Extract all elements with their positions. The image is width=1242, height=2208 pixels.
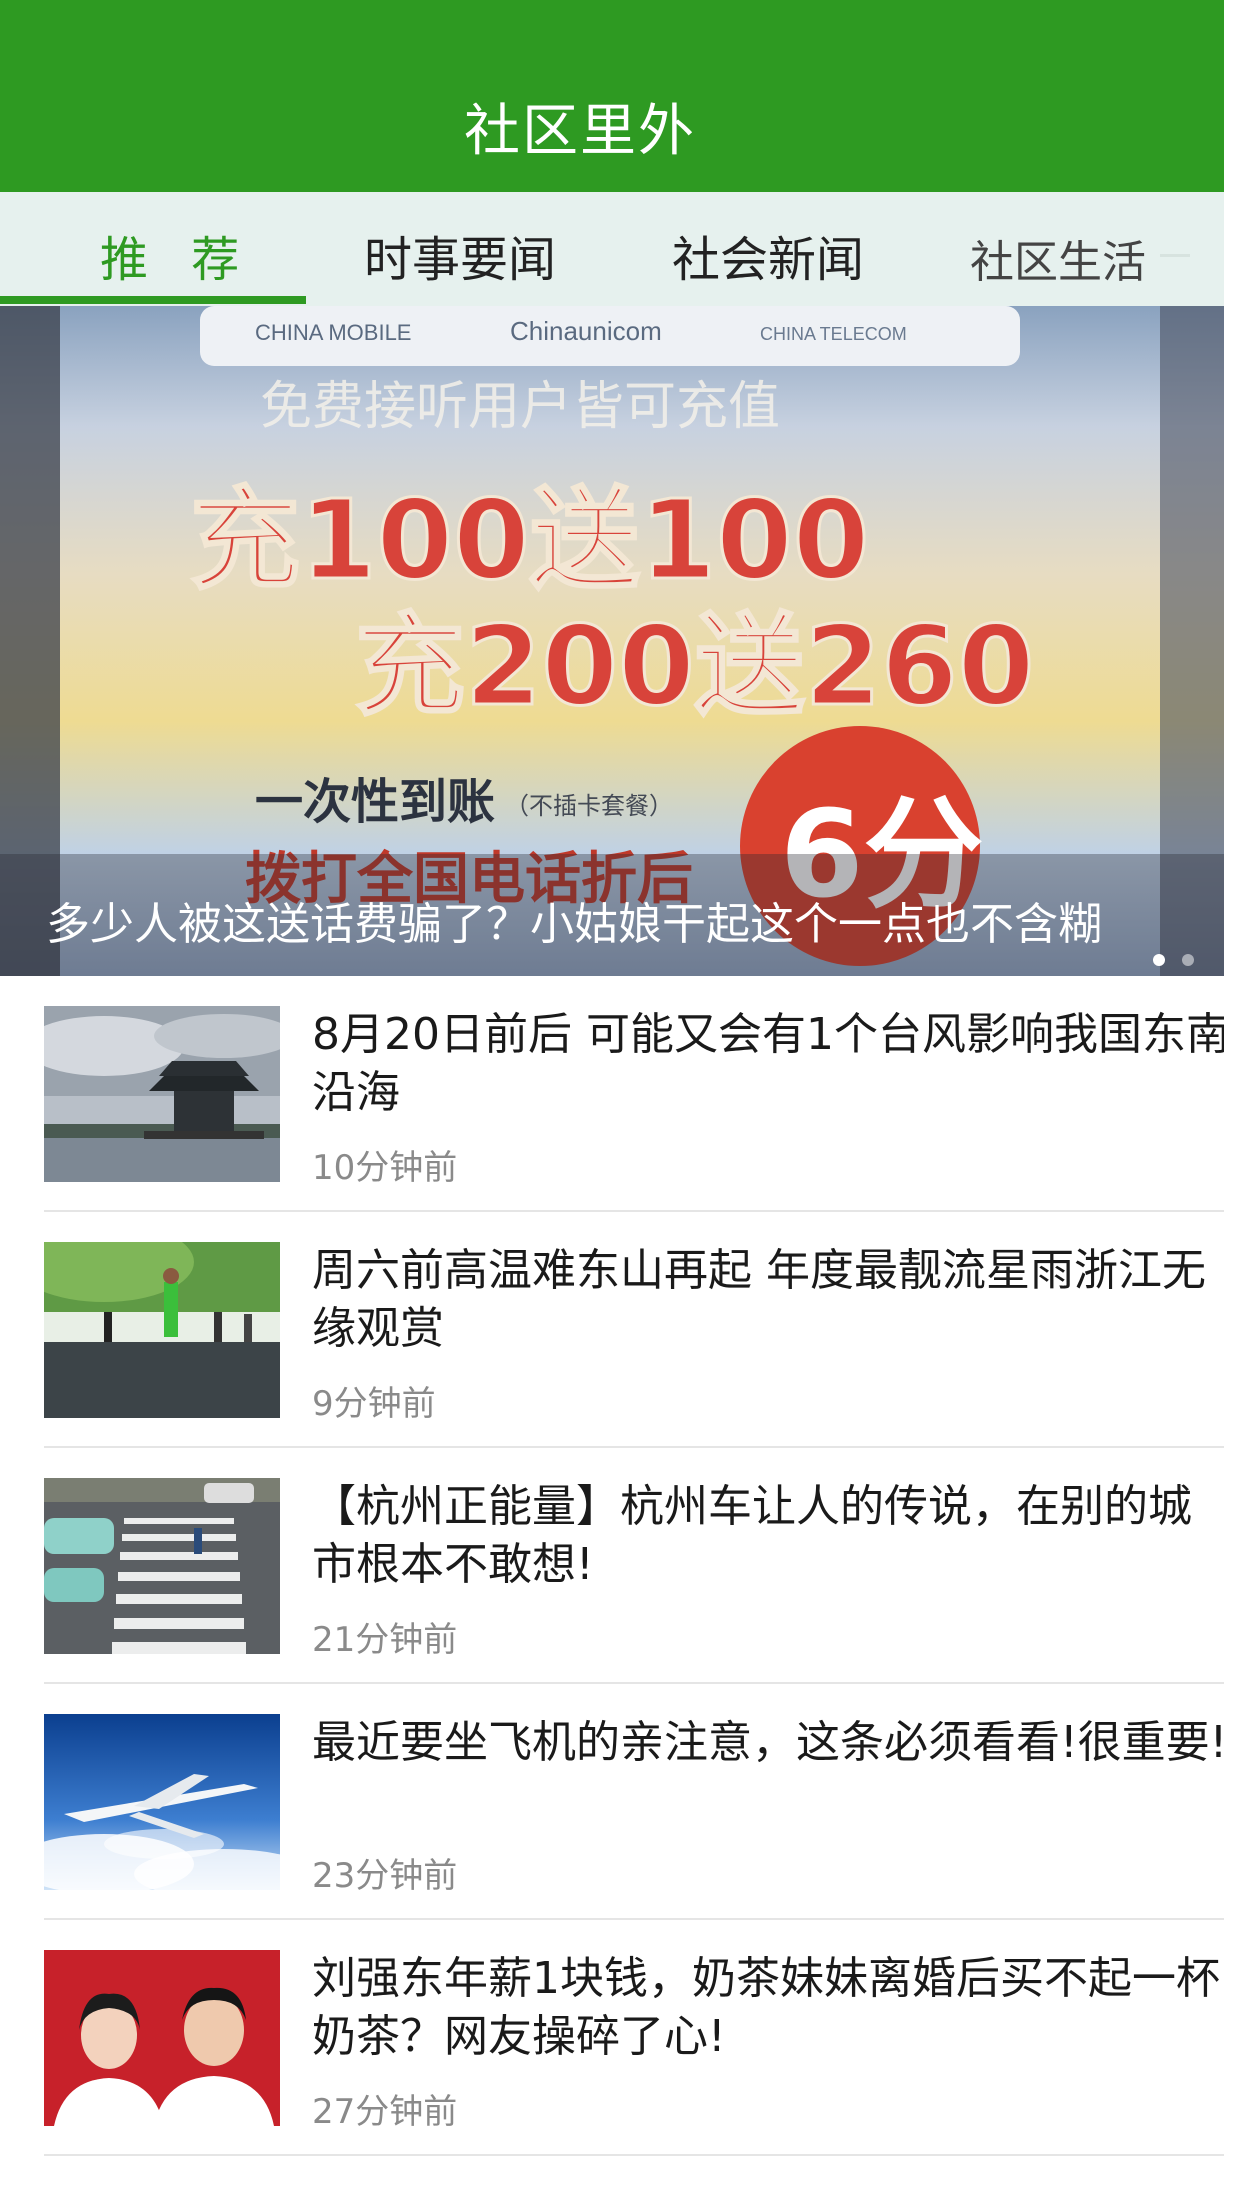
news-title: 8月20日前后 可能又会有1个台风影响我国东南沿海 [312, 1009, 1224, 1118]
lakeside-runner-photo [44, 1242, 280, 1418]
carousel-indicator [1141, 951, 1194, 970]
page-title: 社区里外 [464, 99, 696, 164]
app-header: 社区里外 [0, 0, 1224, 192]
banner-carrier-3: CHINA TELECOM [760, 324, 907, 344]
news-time: 23分钟前 [312, 1856, 458, 1896]
carousel-dot[interactable] [1182, 954, 1194, 966]
banner-line-2: 充100送100 [190, 476, 869, 604]
tab-current-affairs[interactable]: 时事要闻 [364, 220, 556, 290]
active-tab-indicator [0, 296, 306, 304]
news-time: 27分钟前 [312, 2092, 458, 2132]
banner-line-4-note: （不插卡套餐） [505, 792, 673, 820]
news-item[interactable]: 【杭州正能量】杭州车让人的传说，在别的城市根本不敢想! 21分钟前 [44, 1448, 1224, 1684]
news-item[interactable]: 最近要坐飞机的亲注意，这条必须看看!很重要! 23分钟前 [44, 1684, 1224, 1920]
tab-overflow-indicator [1160, 254, 1190, 257]
news-item[interactable]: 刘强东年薪1块钱，奶茶妹妹离婚后买不起一杯奶茶？网友操碎了心! 27分钟前 [44, 1920, 1224, 2156]
crosswalk-photo [44, 1478, 280, 1654]
news-time: 21分钟前 [312, 1620, 458, 1660]
couple-portrait-photo [44, 1950, 280, 2126]
news-item[interactable]: 8月20日前后 可能又会有1个台风影响我国东南沿海 10分钟前 [44, 976, 1224, 1212]
banner-line-3: 充200送260 [355, 602, 1034, 730]
tab-community-life[interactable]: 社区生活 [970, 226, 1146, 290]
news-title: 刘强东年薪1块钱，奶茶妹妹离婚后买不起一杯奶茶？网友操碎了心! [312, 1953, 1220, 2062]
news-title: 【杭州正能量】杭州车让人的传说，在别的城市根本不敢想! [312, 1481, 1192, 1590]
banner-carrier-2: Chinaunicom [510, 316, 662, 346]
tab-social-news[interactable]: 社会新闻 [672, 220, 864, 290]
banner-line-1: 免费接听用户皆可充值 [260, 377, 780, 437]
category-tabs: 推 荐 时事要闻 社会新闻 社区生活 [0, 192, 1224, 306]
banner-line-4: 一次性到账 [255, 774, 495, 830]
pavilion-lake-photo [44, 1006, 280, 1182]
news-item[interactable]: 周六前高温难东山再起 年度最靓流星雨浙江无缘观赏 9分钟前 [44, 1212, 1224, 1448]
news-title: 最近要坐飞机的亲注意，这条必须看看!很重要! [312, 1717, 1224, 1768]
airplane-photo [44, 1714, 280, 1890]
carousel-dot-active[interactable] [1152, 954, 1165, 966]
app-screen: 社区里外 推 荐 时事要闻 社会新闻 社区生活 CHINA MOBILE Chi… [0, 0, 1224, 2208]
banner-carrier-1: CHINA MOBILE [255, 320, 411, 345]
news-time: 10分钟前 [312, 1148, 458, 1188]
banner-caption: 多少人被这送话费骗了？小姑娘干起这个一点也不含糊 [46, 899, 1102, 950]
screen-edge [1224, 0, 1242, 2208]
banner-carousel[interactable]: CHINA MOBILE Chinaunicom CHINA TELECOM 免… [0, 306, 1224, 976]
tab-recommended[interactable]: 推 荐 [100, 220, 253, 290]
news-time: 9分钟前 [312, 1384, 436, 1424]
news-title: 周六前高温难东山再起 年度最靓流星雨浙江无缘观赏 [312, 1245, 1206, 1354]
divider [44, 2154, 1224, 2156]
